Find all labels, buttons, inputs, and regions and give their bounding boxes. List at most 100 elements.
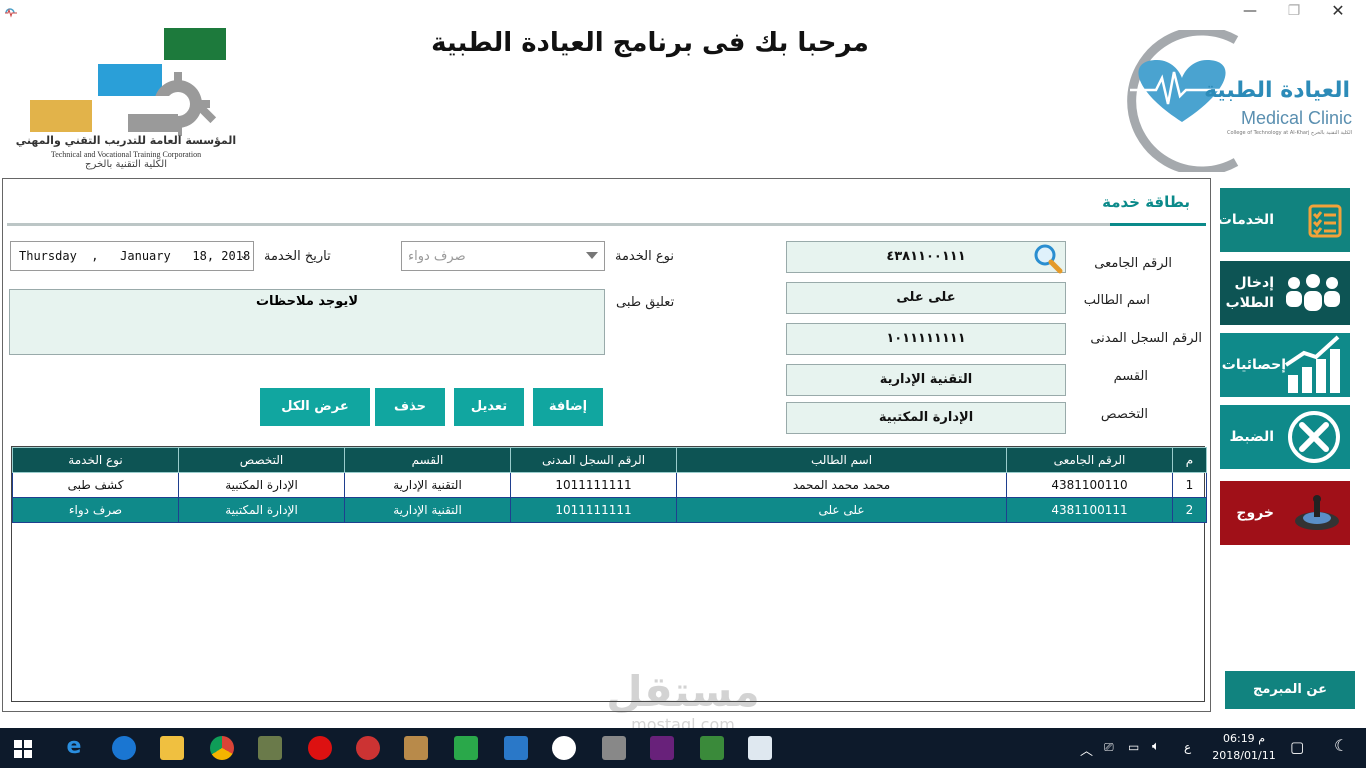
university-id-label: الرقم الجامعى [1094, 256, 1172, 271]
civil-id-label: الرقم السجل المدنى [1090, 331, 1202, 346]
camtasia-icon[interactable] [454, 736, 478, 760]
clock-time-value: 06:19 [1222, 732, 1255, 745]
table-cell[interactable]: الإدارة المكتبية [178, 497, 345, 523]
table-cell[interactable]: على على [676, 497, 1007, 523]
app-blue-icon[interactable] [504, 736, 528, 760]
service-date-value: Thursday , January 18, 2018 [19, 249, 251, 263]
service-card-panel: بطاقة خدمة الرقم الجامعى ٤٣٨١١٠٠١١١ اسم … [2, 178, 1211, 712]
add-button[interactable]: إضافة [533, 388, 603, 426]
specialty-label: التخصص [1100, 407, 1148, 422]
column-header[interactable]: اسم الطالب [676, 447, 1007, 473]
students-menu-button[interactable]: إدخال الطلاب [1220, 261, 1350, 325]
column-header[interactable]: نوع الخدمة [12, 447, 179, 473]
card-title: بطاقة خدمة [1102, 193, 1190, 211]
app-red-icon[interactable] [356, 736, 380, 760]
table-cell[interactable]: الإدارة المكتبية [178, 472, 345, 498]
table-cell[interactable]: 4381100111 [1006, 497, 1173, 523]
service-type-select[interactable]: صرف دواء [401, 241, 605, 271]
medical-clinic-app-icon[interactable] [748, 736, 772, 760]
bar-chart-icon [1282, 335, 1344, 395]
medical-clinic-logo: العيادة الطبية Medical Clinic College of… [1106, 30, 1356, 172]
department-field[interactable]: التقنية الإدارية [786, 364, 1066, 396]
column-header[interactable]: التخصص [178, 447, 345, 473]
service-date-picker[interactable]: Thursday , January 18, 2018 ⌄ [10, 241, 254, 271]
services-menu-label: الخدمات [1217, 212, 1274, 228]
table-cell[interactable]: محمد محمد المحمد [676, 472, 1007, 498]
welcome-title: مرحبا بك فى برنامج العيادة الطبية [431, 28, 869, 58]
university-id-field[interactable]: ٤٣٨١١٠٠١١١ [786, 241, 1066, 274]
table-row-selected[interactable]: 2 4381100111 على على 1011111111 التقنية … [12, 497, 1207, 523]
teamviewer-icon[interactable] [112, 736, 136, 760]
tools-app-icon[interactable] [258, 736, 282, 760]
app-green-icon[interactable] [700, 736, 724, 760]
service-date-label: تاريخ الخدمة [264, 249, 331, 264]
medical-comment-textarea[interactable]: لايوجد ملاحظات [9, 289, 605, 355]
visual-studio-icon[interactable] [650, 736, 674, 760]
file-explorer-icon[interactable] [160, 736, 184, 760]
table-cell[interactable]: التقنية الإدارية [344, 497, 511, 523]
paint-icon[interactable] [404, 736, 428, 760]
clock-time[interactable]: 06:19 م [1214, 732, 1274, 745]
exit-menu-label: خروج [1236, 505, 1274, 521]
table-cell[interactable]: كشف طبى [12, 472, 179, 498]
medical-clinic-sub: College of Technology at Al-Kharj الكلية… [1226, 130, 1352, 136]
windows-taskbar: e ︿ ⎚ ▭ 🔈︎ ع 06:19 م 2018/01/11 ▢ ☾ [0, 728, 1366, 768]
tvtc-english-name: Technical and Vocational Training Corpor… [50, 150, 202, 159]
table-cell[interactable]: 4381100110 [1006, 472, 1173, 498]
tray-chevron-up-icon[interactable]: ︿ [1080, 740, 1093, 759]
specialty-field[interactable]: الإدارة المكتبية [786, 402, 1066, 434]
clock-date[interactable]: 2018/01/11 [1212, 749, 1276, 762]
services-table: م الرقم الجامعى اسم الطالب الرقم السجل ا… [12, 447, 1207, 523]
tvtc-arabic-name: المؤسسة العامة للتدريب التقني والمهني [15, 134, 237, 147]
medical-clinic-arabic: العيادة الطبية [1204, 78, 1350, 103]
delete-button[interactable]: حذف [375, 388, 445, 426]
table-cell[interactable]: 2 [1172, 497, 1207, 523]
table-row[interactable]: 1 4381100110 محمد محمد المحمد 1011111111… [12, 472, 1207, 498]
table-cell[interactable]: صرف دواء [12, 497, 179, 523]
clock-ampm: م [1258, 732, 1265, 745]
student-name-label: اسم الطالب [1083, 293, 1150, 308]
whatsapp-icon[interactable] [552, 736, 576, 760]
search-icon[interactable] [1031, 242, 1063, 274]
network-icon[interactable]: ⎚ [1104, 740, 1114, 755]
exit-menu-button[interactable]: خروج [1220, 481, 1350, 545]
civil-id-field[interactable]: ١٠١١١١١١١١ [786, 323, 1066, 355]
edit-button[interactable]: تعديل [454, 388, 524, 426]
column-header[interactable]: القسم [344, 447, 511, 473]
tvtc-logo: المؤسسة العامة للتدريب التقني والمهني Te… [8, 26, 244, 172]
settings-menu-button[interactable]: الضبط [1220, 405, 1350, 469]
stats-menu-button[interactable]: إحصائيات [1220, 333, 1350, 397]
table-cell[interactable]: 1 [1172, 472, 1207, 498]
column-header[interactable]: الرقم السجل المدنى [510, 447, 677, 473]
table-cell[interactable]: التقنية الإدارية [344, 472, 511, 498]
chrome-icon[interactable] [210, 736, 234, 760]
column-header[interactable]: م [1172, 447, 1207, 473]
opera-icon[interactable] [308, 736, 332, 760]
battery-icon[interactable]: ▭ [1128, 740, 1139, 754]
close-button[interactable]: ✕ [1328, 2, 1348, 20]
notifications-icon[interactable]: ▢ [1290, 738, 1304, 756]
edge-icon[interactable]: e [62, 736, 86, 760]
users-group-icon [1282, 273, 1344, 315]
table-cell[interactable]: 1011111111 [510, 497, 677, 523]
minimize-button[interactable]: — [1240, 2, 1260, 20]
student-name-field[interactable]: على على [786, 282, 1066, 314]
medical-clinic-english: Medical Clinic [1240, 108, 1352, 128]
services-menu-button[interactable]: الخدمات [1217, 188, 1350, 252]
show-all-button[interactable]: عرض الكل [260, 388, 370, 426]
service-type-label: نوع الخدمة [615, 249, 674, 264]
settings-gear-icon[interactable] [602, 736, 626, 760]
services-grid: م الرقم الجامعى اسم الطالب الرقم السجل ا… [11, 446, 1207, 702]
tools-icon [1286, 409, 1342, 465]
chevron-down-icon [586, 252, 598, 259]
input-language[interactable]: ع [1184, 740, 1191, 754]
table-cell[interactable]: 1011111111 [510, 472, 677, 498]
about-programmer-button[interactable]: عن المبرمج [1225, 671, 1355, 709]
windows-start-icon[interactable] [14, 740, 32, 758]
service-type-value: صرف دواء [408, 249, 466, 264]
night-mode-icon[interactable]: ☾ [1334, 736, 1348, 755]
column-header[interactable]: الرقم الجامعى [1006, 447, 1173, 473]
volume-icon[interactable]: 🔈︎ [1152, 739, 1160, 754]
maximize-button[interactable]: ❐ [1284, 2, 1304, 20]
medical-comment-label: تعليق طبى [616, 295, 675, 310]
